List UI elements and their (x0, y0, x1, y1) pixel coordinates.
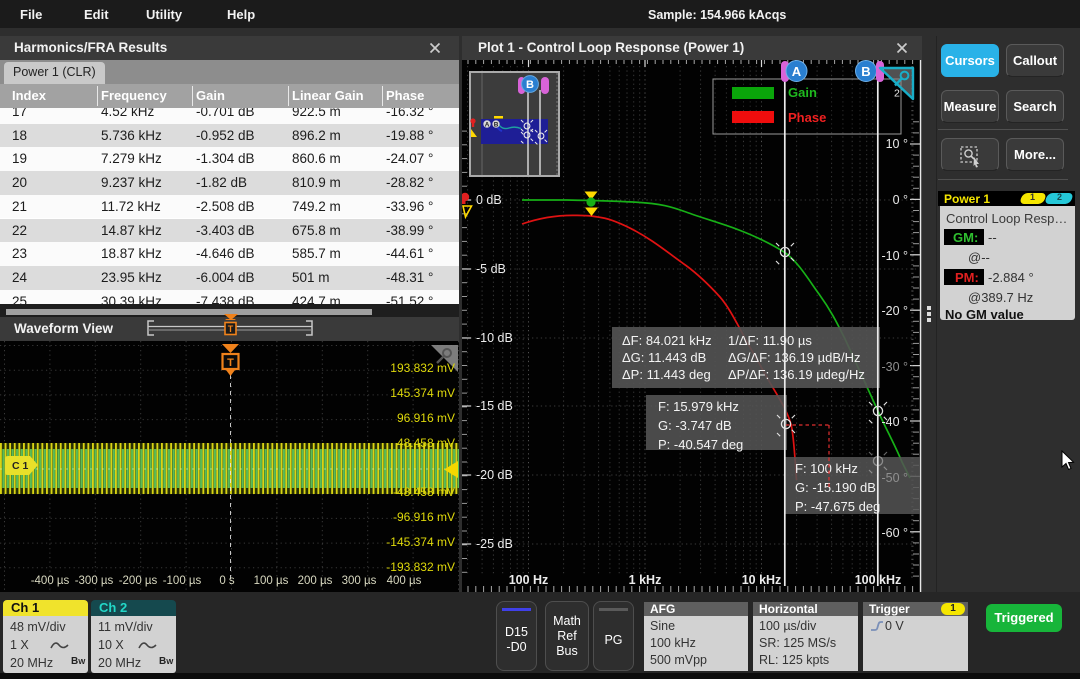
svg-text:-300 µs: -300 µs (75, 575, 114, 587)
svg-text:0 dB: 0 dB (476, 193, 502, 207)
svg-text:B: B (861, 64, 870, 79)
svg-text:B: B (494, 122, 499, 129)
svg-text:1/ΔF: 11.90 µs: 1/ΔF: 11.90 µs (728, 333, 812, 348)
svg-text:-100 µs: -100 µs (163, 575, 202, 587)
svg-text:-40 °: -40 ° (881, 415, 908, 429)
svg-text:G: -15.190 dB: G: -15.190 dB (795, 480, 876, 495)
svg-text:1 kHz: 1 kHz (629, 573, 662, 587)
svg-text:ΔG/ΔF: 136.19 µdB/Hz: ΔG/ΔF: 136.19 µdB/Hz (728, 350, 861, 365)
svg-text:ΔP/ΔF: 136.19 µdeg/Hz: ΔP/ΔF: 136.19 µdeg/Hz (728, 367, 865, 382)
svg-text:A: A (792, 64, 802, 79)
svg-text:0 °: 0 ° (893, 193, 908, 207)
svg-text:P: -40.547 deg: P: -40.547 deg (658, 437, 743, 452)
svg-text:Gain: Gain (788, 85, 817, 100)
svg-text:-20 °: -20 ° (881, 304, 908, 318)
svg-text:200 µs: 200 µs (298, 575, 333, 587)
svg-text:193.832 mV: 193.832 mV (390, 361, 455, 375)
svg-text:-10 °: -10 ° (881, 249, 908, 263)
svg-text:ΔP: 11.443 deg: ΔP: 11.443 deg (622, 367, 711, 382)
svg-text:-96.916 mV: -96.916 mV (393, 510, 455, 524)
svg-text:145.374 mV: 145.374 mV (390, 386, 455, 400)
svg-text:T: T (227, 357, 234, 369)
svg-text:T: T (228, 324, 234, 334)
svg-text:F: 100 kHz: F: 100 kHz (795, 461, 858, 476)
svg-text:2: 2 (894, 88, 900, 100)
svg-text:-30 °: -30 ° (881, 360, 908, 374)
svg-text:-5 dB: -5 dB (476, 262, 506, 276)
svg-text:-25 dB: -25 dB (476, 537, 513, 551)
svg-text:-48.458 mV: -48.458 mV (393, 485, 455, 499)
svg-text:G: -3.747 dB: G: -3.747 dB (658, 418, 732, 433)
svg-text:-400 µs: -400 µs (31, 575, 70, 587)
svg-text:400 µs: 400 µs (387, 575, 422, 587)
svg-text:-193.832 mV: -193.832 mV (386, 560, 455, 574)
svg-text:ΔF: 84.021 kHz: ΔF: 84.021 kHz (622, 333, 712, 348)
svg-text:100 Hz: 100 Hz (509, 573, 549, 587)
svg-text:Phase: Phase (788, 110, 826, 125)
svg-text:100 kHz: 100 kHz (855, 573, 902, 587)
svg-text:-50 °: -50 ° (881, 471, 908, 485)
svg-text:C 1: C 1 (12, 460, 29, 472)
svg-text:48.458 mV: 48.458 mV (397, 436, 455, 450)
svg-text:96.916 mV: 96.916 mV (397, 411, 455, 425)
svg-text:F: 15.979 kHz: F: 15.979 kHz (658, 399, 739, 414)
svg-text:300 µs: 300 µs (342, 575, 377, 587)
svg-text:0 s: 0 s (219, 575, 235, 587)
svg-text:ΔG: 11.443 dB: ΔG: 11.443 dB (622, 350, 706, 365)
svg-text:P: -47.675 deg: P: -47.675 deg (795, 499, 880, 514)
svg-text:A: A (485, 122, 490, 129)
svg-text:10 kHz: 10 kHz (742, 573, 782, 587)
svg-text:-15 dB: -15 dB (476, 399, 513, 413)
svg-text:10 °: 10 ° (886, 137, 908, 151)
svg-text:-20 dB: -20 dB (476, 468, 513, 482)
svg-text:-10 dB: -10 dB (476, 331, 513, 345)
svg-text:-145.374 mV: -145.374 mV (386, 535, 455, 549)
svg-text:-200 µs: -200 µs (119, 575, 158, 587)
svg-text:100 µs: 100 µs (254, 575, 289, 587)
svg-text:-60 °: -60 ° (881, 526, 908, 540)
svg-text:B: B (526, 79, 534, 91)
